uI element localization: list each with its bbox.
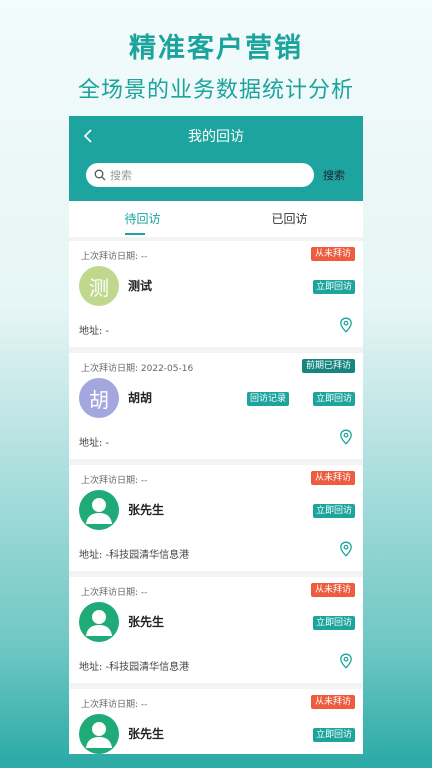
avatar bbox=[79, 714, 119, 754]
customer-address: 地址: - bbox=[79, 438, 110, 449]
last-visit-date: 上次拜访日期: -- bbox=[81, 252, 148, 262]
tab-bar: 待回访 已回访 bbox=[69, 201, 363, 237]
customer-name: 测试 bbox=[128, 279, 153, 293]
search-button[interactable]: 搜索 bbox=[323, 167, 345, 183]
customer-card[interactable]: 上次拜访日期: -- 从未拜访 张先生 立即回访 bbox=[69, 689, 363, 754]
avatar bbox=[79, 490, 119, 530]
page-title: 我的回访 bbox=[188, 129, 244, 145]
visit-record-button[interactable]: 回访记录 bbox=[246, 392, 289, 406]
customer-card[interactable]: 上次拜访日期: 2022-05-16 前期已拜访 胡 胡胡 回访记录 立即回访 … bbox=[69, 353, 363, 459]
promo-subtitle: 全场景的业务数据统计分析 bbox=[77, 78, 354, 103]
customer-address: 地址: -科技园清华信息港 bbox=[79, 550, 190, 561]
status-badge: 从未拜访 bbox=[310, 247, 355, 261]
last-visit-date: 上次拜访日期: 2022-05-16 bbox=[81, 364, 194, 374]
visit-now-button[interactable]: 立即回访 bbox=[312, 392, 355, 406]
tab-pending[interactable]: 待回访 bbox=[69, 201, 216, 237]
status-badge: 从未拜访 bbox=[310, 695, 355, 709]
avatar bbox=[79, 602, 119, 642]
location-pin-icon[interactable] bbox=[339, 541, 353, 557]
location-pin-icon[interactable] bbox=[339, 653, 353, 669]
customer-name: 胡胡 bbox=[128, 391, 153, 405]
user-icon bbox=[86, 722, 112, 748]
app-screen: 我的回访 搜索 待回访 已回访 上次拜访日期: -- 从未拜访 测 测试 立即回… bbox=[69, 116, 363, 754]
visit-now-button[interactable]: 立即回访 bbox=[312, 728, 355, 742]
last-visit-date: 上次拜访日期: -- bbox=[81, 476, 148, 486]
customer-name: 张先生 bbox=[128, 615, 165, 629]
user-icon bbox=[86, 498, 112, 524]
customer-name: 张先生 bbox=[128, 727, 165, 741]
visit-now-button[interactable]: 立即回访 bbox=[312, 616, 355, 630]
customer-card[interactable]: 上次拜访日期: -- 从未拜访 张先生 立即回访 地址: -科技园清华信息港 bbox=[69, 465, 363, 571]
search-bar[interactable] bbox=[86, 163, 314, 187]
status-badge: 前期已拜访 bbox=[301, 359, 355, 373]
last-visit-date: 上次拜访日期: -- bbox=[81, 700, 148, 710]
customer-address: 地址: - bbox=[79, 326, 110, 337]
customer-address: 地址: -科技园清华信息港 bbox=[79, 662, 190, 673]
visit-now-button[interactable]: 立即回访 bbox=[312, 504, 355, 518]
customer-list: 上次拜访日期: -- 从未拜访 测 测试 立即回访 地址: - 上次拜访日期: … bbox=[69, 241, 363, 754]
avatar: 测 bbox=[79, 266, 119, 306]
status-badge: 从未拜访 bbox=[310, 471, 355, 485]
user-icon bbox=[86, 610, 112, 636]
tab-completed[interactable]: 已回访 bbox=[216, 201, 363, 237]
search-icon bbox=[94, 169, 106, 181]
customer-name: 张先生 bbox=[128, 503, 165, 517]
search-input[interactable] bbox=[110, 168, 290, 182]
last-visit-date: 上次拜访日期: -- bbox=[81, 588, 148, 598]
location-pin-icon[interactable] bbox=[339, 429, 353, 445]
promo-title: 精准客户营销 bbox=[129, 33, 303, 64]
customer-card[interactable]: 上次拜访日期: -- 从未拜访 张先生 立即回访 地址: -科技园清华信息港 bbox=[69, 577, 363, 683]
customer-card[interactable]: 上次拜访日期: -- 从未拜访 测 测试 立即回访 地址: - bbox=[69, 241, 363, 347]
status-badge: 从未拜访 bbox=[310, 583, 355, 597]
avatar: 胡 bbox=[79, 378, 119, 418]
app-header: 我的回访 搜索 bbox=[69, 116, 363, 201]
visit-now-button[interactable]: 立即回访 bbox=[312, 280, 355, 294]
location-pin-icon[interactable] bbox=[339, 317, 353, 333]
